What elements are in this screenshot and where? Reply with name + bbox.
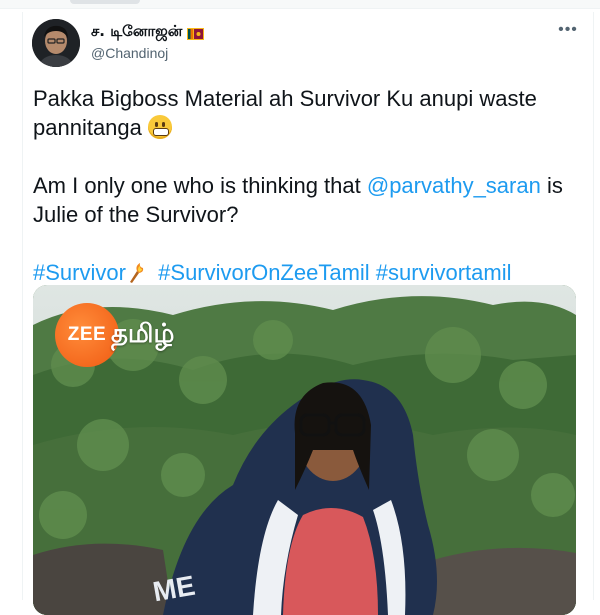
zee-logo-circle: ZEE (55, 303, 119, 367)
sri-lanka-flag-icon (187, 26, 205, 40)
hashtag-survivor[interactable]: #Survivor (33, 260, 126, 285)
tweet-line-2-before: Am I only one who is thinking that (33, 173, 361, 198)
tweet-paragraph-1: Pakka Bigboss Material ah Survivor Ku an… (33, 84, 573, 142)
hashtag-line: #Survivor #SurvivorOnZeeTamil #survivort… (33, 258, 573, 287)
zee-tamil-logo: ZEE தமிழ் (55, 303, 174, 367)
mention-link[interactable]: @parvathy_saran (367, 173, 541, 198)
handle[interactable]: @Chandinoj (91, 45, 168, 61)
avatar[interactable] (32, 19, 80, 67)
media-image[interactable]: ZEE தமிழ் ME (33, 285, 576, 615)
hashtag-survivor-on-zee-tamil[interactable]: #SurvivorOnZeeTamil (158, 260, 370, 285)
more-icon[interactable]: ••• (556, 18, 580, 42)
tweet-line-1: Pakka Bigboss Material ah Survivor Ku an… (33, 86, 537, 140)
tweet-paragraph-2: Am I only one who is thinking that @parv… (33, 171, 573, 229)
torch-emoji-icon (126, 262, 146, 284)
hashtag-survivortamil[interactable]: #survivortamil (376, 260, 512, 285)
tweet-text: Pakka Bigboss Material ah Survivor Ku an… (33, 84, 573, 287)
avatar-photo-icon (32, 19, 80, 67)
display-name-text[interactable]: ச. டினோஜன் (91, 22, 182, 42)
top-faint-text (70, 0, 140, 4)
display-name[interactable]: ச. டினோஜன் (91, 22, 205, 42)
top-strip (0, 0, 600, 9)
zee-logo-tamil: தமிழ் (111, 318, 175, 349)
grimacing-emoji-icon (147, 115, 172, 139)
